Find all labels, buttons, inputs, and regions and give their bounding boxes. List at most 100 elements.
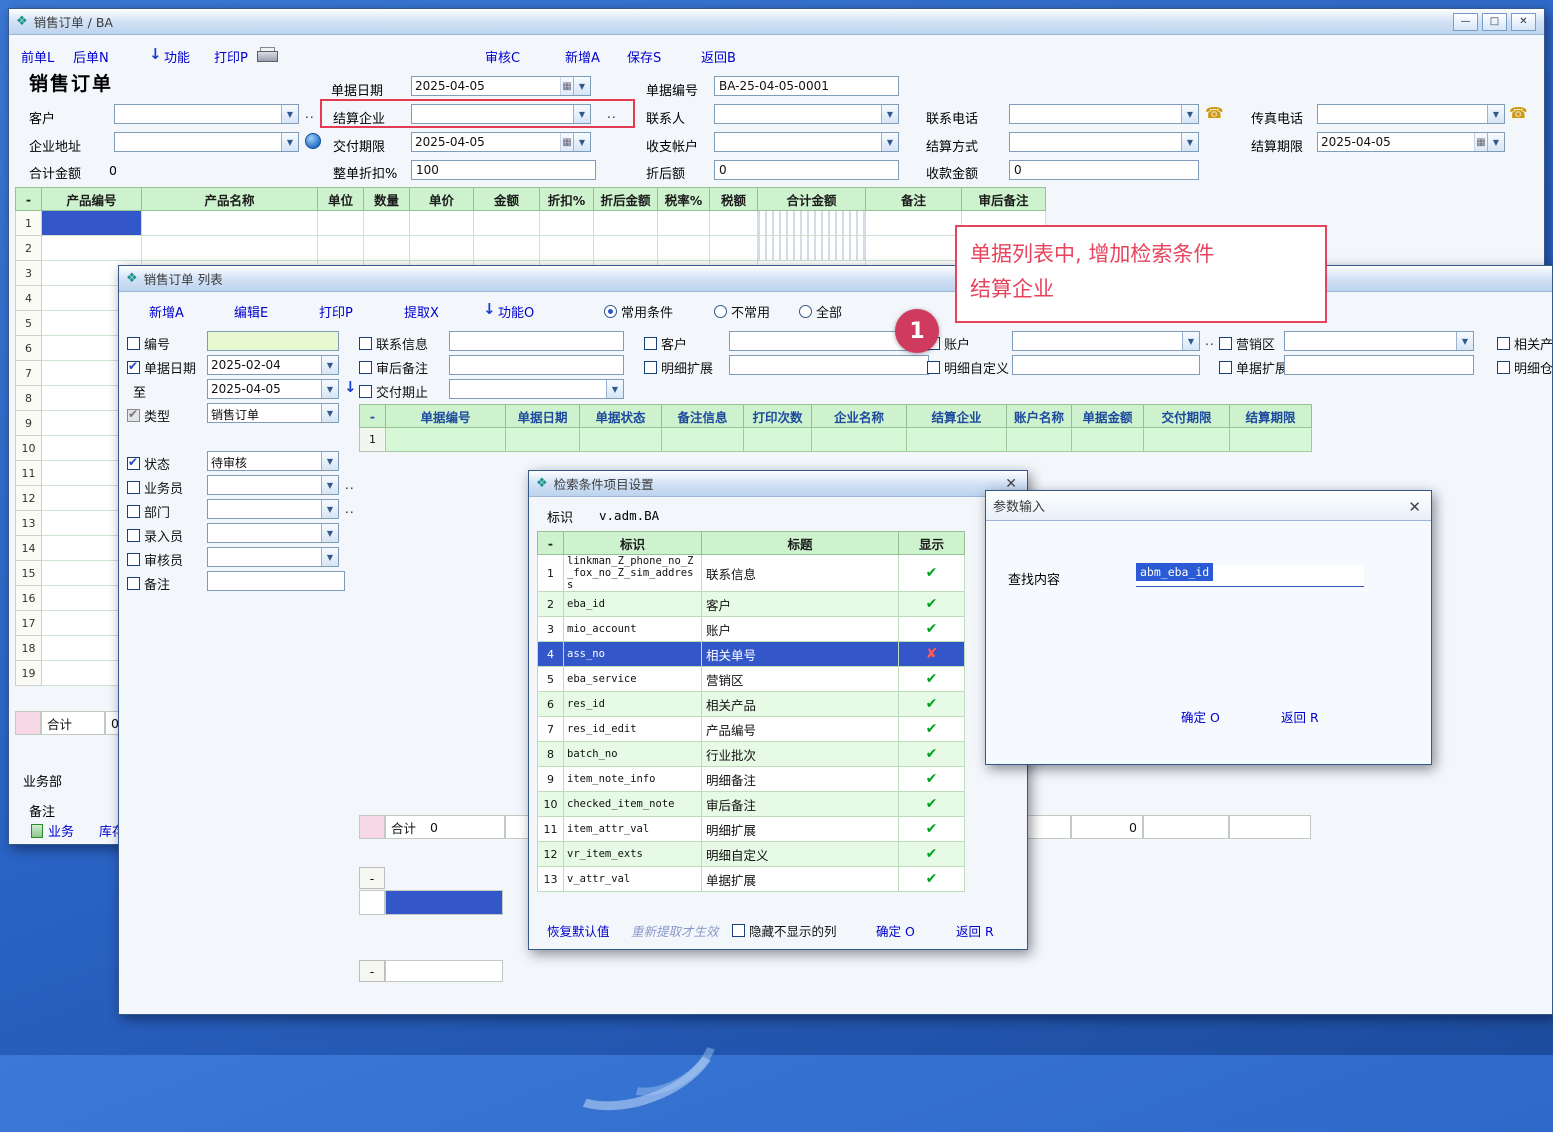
column-header[interactable]: 单位 [318,188,364,211]
cell[interactable]: 单据扩展 [702,867,899,892]
radio-uncommon[interactable]: 不常用 [714,302,770,321]
search-condition-row[interactable]: 10checked_item_note审后备注✔ [538,792,965,817]
row-number[interactable]: 4 [16,286,42,311]
cell[interactable]: 12 [538,842,564,867]
cell[interactable]: batch_no [564,742,702,767]
grid-cell[interactable] [710,211,758,236]
cell[interactable]: 行业批次 [702,742,899,767]
blue-down-arrow-icon[interactable]: ↓ [344,378,357,396]
row-number[interactable]: 11 [16,461,42,486]
row-number[interactable]: 2 [16,236,42,261]
search-condition-row[interactable]: 8batch_no行业批次✔ [538,742,965,767]
grid-cell[interactable] [506,428,580,452]
search-condition-row[interactable]: 4ass_no相关单号✘ [538,642,965,667]
globe-icon[interactable] [305,133,321,149]
filter-code-input[interactable] [207,331,339,351]
search-condition-row[interactable]: 5eba_service营销区✔ [538,667,965,692]
customer-combo[interactable]: ▼ [114,104,299,124]
column-header[interactable]: 单价 [410,188,474,211]
filter-doc-ext-input[interactable] [1284,355,1474,375]
radio-common-conditions[interactable]: 常用条件 [604,302,673,321]
column-header[interactable]: 单据状态 [580,405,662,428]
column-header[interactable]: 单据日期 [506,405,580,428]
cell[interactable]: ✔ [899,767,965,792]
grid-cell[interactable] [580,428,662,452]
filter-audit-note-checkbox[interactable]: 审后备注 [359,358,428,377]
cell[interactable]: eba_id [564,592,702,617]
grid-cell[interactable] [42,211,142,236]
cell[interactable]: 13 [538,867,564,892]
doc-date-combo[interactable]: 2025-04-05 ▦ ▼ [411,76,591,96]
column-header[interactable]: 打印次数 [744,405,812,428]
radio-all[interactable]: 全部 [799,302,842,321]
phone-icon[interactable]: ☎ [1205,104,1224,122]
column-header[interactable]: 备注信息 [662,405,744,428]
filter-note-checkbox[interactable]: 备注 [127,574,170,593]
filter-auditor-checkbox[interactable]: 审核员 [127,550,183,569]
filter-entry-clerk-checkbox[interactable]: 录入员 [127,526,183,545]
column-header[interactable]: 单据编号 [386,405,506,428]
cell[interactable]: 产品编号 [702,717,899,742]
grid-cell[interactable] [1072,428,1144,452]
list-print-button[interactable]: 打印P [319,302,353,321]
cell[interactable]: ✔ [899,742,965,767]
cell[interactable]: 明细扩展 [702,817,899,842]
cell[interactable]: 相关产品 [702,692,899,717]
column-header[interactable]: 结算期限 [1230,405,1312,428]
search-condition-row[interactable]: 2eba_id客户✔ [538,592,965,617]
filter-note-input[interactable] [207,571,345,591]
fax-combo[interactable]: ▼ [1317,104,1505,124]
column-header[interactable]: 合计金额 [758,188,866,211]
sales-order-titlebar[interactable]: ❖ 销售订单 / BA — □ ✕ [9,9,1544,35]
account-combo[interactable]: ▼ [714,132,899,152]
grid-row[interactable]: 1 [16,211,1046,236]
filter-detail-storage-checkbox[interactable]: 明细仓储 [1497,358,1553,377]
grid-row[interactable]: 2 [16,236,1046,261]
business-button[interactable]: 业务 [31,821,74,840]
column-header[interactable]: 折扣% [540,188,594,211]
restore-defaults-button[interactable]: 恢复默认值 [547,921,610,940]
fax-phone-icon[interactable]: ☎ [1509,104,1528,122]
cell[interactable]: ✔ [899,667,965,692]
cell[interactable]: res_id [564,692,702,717]
column-header[interactable]: 金额 [474,188,540,211]
filter-status-combo[interactable]: 待审核▼ [207,451,339,471]
filter-department-checkbox[interactable]: 部门 [127,502,170,521]
grid-cell[interactable] [594,236,658,261]
row-number[interactable]: 12 [16,486,42,511]
cell[interactable]: 客户 [702,592,899,617]
cell[interactable]: ✘ [899,642,965,667]
grid-cell[interactable] [364,236,410,261]
function-menu-icon[interactable]: ↓ [483,300,496,318]
row-number[interactable]: 15 [16,561,42,586]
cell[interactable]: 2 [538,592,564,617]
cell[interactable]: 账户 [702,617,899,642]
grid-cell[interactable] [540,211,594,236]
grid-cell[interactable] [907,428,1007,452]
column-header[interactable]: 结算企业 [907,405,1007,428]
grid-cell[interactable] [658,211,710,236]
add-button[interactable]: 新增A [565,47,600,66]
filter-type-checkbox[interactable]: 类型 [127,406,170,425]
hide-hidden-columns-checkbox[interactable]: 隐藏不显示的列 [732,921,837,940]
grid-cell[interactable] [594,211,658,236]
column-header[interactable]: - [16,188,42,211]
close-button[interactable]: ✕ [1511,13,1536,31]
filter-detail-ext-input[interactable] [729,355,929,375]
grid-cell[interactable] [42,236,142,261]
phone-combo[interactable]: ▼ [1009,104,1199,124]
cell[interactable]: 审后备注 [702,792,899,817]
cell[interactable]: 10 [538,792,564,817]
grid-cell[interactable] [710,236,758,261]
row-number[interactable]: 14 [16,536,42,561]
filter-contact-info-input[interactable] [449,331,624,351]
grid-cell[interactable] [474,236,540,261]
cell[interactable]: 明细自定义 [702,842,899,867]
column-header[interactable]: 企业名称 [812,405,907,428]
filter-department-more-button[interactable]: .. [345,502,355,516]
cell[interactable]: 联系信息 [702,555,899,592]
row-number[interactable]: 10 [16,436,42,461]
filter-code-checkbox[interactable]: 编号 [127,334,170,353]
cell[interactable]: ✔ [899,592,965,617]
search-condition-row[interactable]: 3mio_account账户✔ [538,617,965,642]
